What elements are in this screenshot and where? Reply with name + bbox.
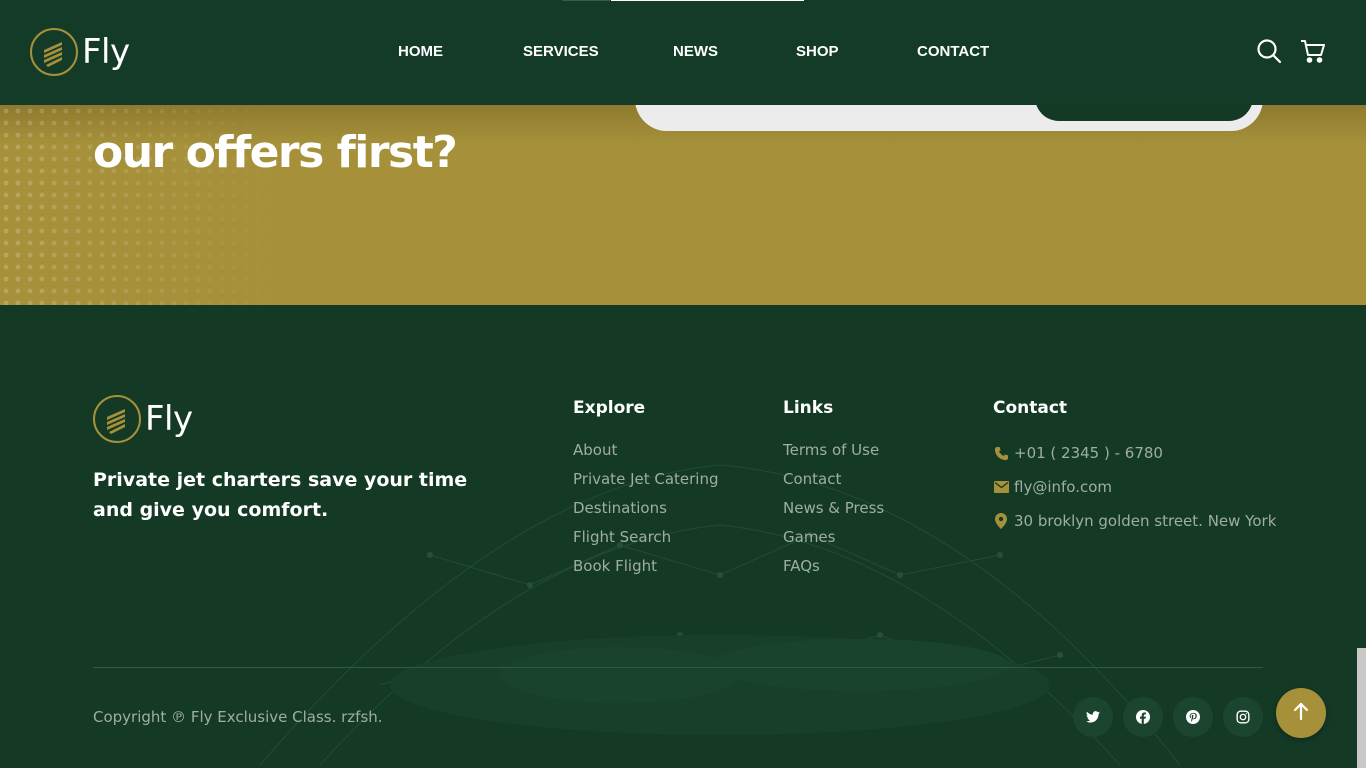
footer-link-about[interactable]: About — [573, 436, 719, 465]
header-actions — [1256, 38, 1326, 64]
cart-icon[interactable] — [1300, 38, 1326, 64]
contact-address: 30 broklyn golden street. New York — [993, 504, 1276, 538]
contact-heading: Contact — [993, 398, 1068, 418]
footer-divider — [93, 667, 1263, 668]
nav-contact[interactable]: CONTACT — [917, 43, 989, 60]
footer-explore-column: Explore About Private Jet Catering Desti… — [573, 398, 719, 581]
footer-link-book-flight[interactable]: Book Flight — [573, 552, 719, 581]
instagram-icon[interactable] — [1223, 697, 1263, 737]
footer-link-contact[interactable]: Contact — [783, 465, 884, 494]
location-pin-icon — [993, 513, 1009, 529]
copyright-text: Copyright ℗ Fly Exclusive Class. rzfsh. — [93, 708, 383, 726]
logo-text: Fly — [145, 399, 193, 439]
links-heading: Links — [783, 398, 834, 418]
newsletter-heading: our offers first? — [93, 127, 458, 178]
nav-home[interactable]: HOME — [398, 43, 443, 60]
footer-link-private-jet-catering[interactable]: Private Jet Catering — [573, 465, 719, 494]
search-icon[interactable] — [1256, 38, 1282, 64]
newsletter-submit-button[interactable] — [1035, 105, 1253, 121]
footer-tagline: Private jet charters save your time and … — [93, 469, 468, 521]
contact-email[interactable]: fly@info.com — [993, 470, 1276, 504]
footer-logo[interactable]: Fly — [93, 395, 193, 443]
contact-phone[interactable]: +01 ( 2345 ) - 6780 — [993, 436, 1276, 470]
mail-icon — [993, 479, 1009, 495]
footer-links-column: Links Terms of Use Contact News & Press … — [783, 398, 884, 581]
arrow-up-icon — [1293, 702, 1309, 724]
header-progress-track — [562, 0, 610, 1]
footer-contact-column: Contact +01 ( 2345 ) - 6780 fly@info.com… — [993, 398, 1276, 538]
footer-link-faqs[interactable]: FAQs — [783, 552, 884, 581]
footer-link-flight-search[interactable]: Flight Search — [573, 523, 719, 552]
header-progress-bar — [611, 0, 804, 1]
page-scrollbar[interactable] — [1357, 648, 1366, 768]
footer-link-games[interactable]: Games — [783, 523, 884, 552]
footer-link-destinations[interactable]: Destinations — [573, 494, 719, 523]
nav-services[interactable]: SERVICES — [523, 43, 599, 60]
twitter-icon[interactable] — [1073, 697, 1113, 737]
back-to-top-button[interactable] — [1276, 688, 1326, 738]
explore-heading: Explore — [573, 398, 646, 418]
nav-news[interactable]: NEWS — [673, 43, 718, 60]
logo-mark-icon — [93, 395, 141, 443]
logo-mark-icon — [30, 28, 78, 76]
site-footer: Fly Private jet charters save your time … — [0, 305, 1366, 768]
logo-text: Fly — [82, 32, 130, 72]
footer-link-news-press[interactable]: News & Press — [783, 494, 884, 523]
phone-icon — [993, 445, 1009, 461]
header-logo[interactable]: Fly — [30, 28, 130, 76]
pinterest-icon[interactable] — [1173, 697, 1213, 737]
site-header: Fly HOME SERVICES NEWS SHOP CONTACT — [0, 0, 1366, 105]
nav-shop[interactable]: SHOP — [796, 43, 839, 60]
footer-link-terms[interactable]: Terms of Use — [783, 436, 884, 465]
newsletter-section: our offers first? — [0, 105, 1366, 305]
facebook-icon[interactable] — [1123, 697, 1163, 737]
